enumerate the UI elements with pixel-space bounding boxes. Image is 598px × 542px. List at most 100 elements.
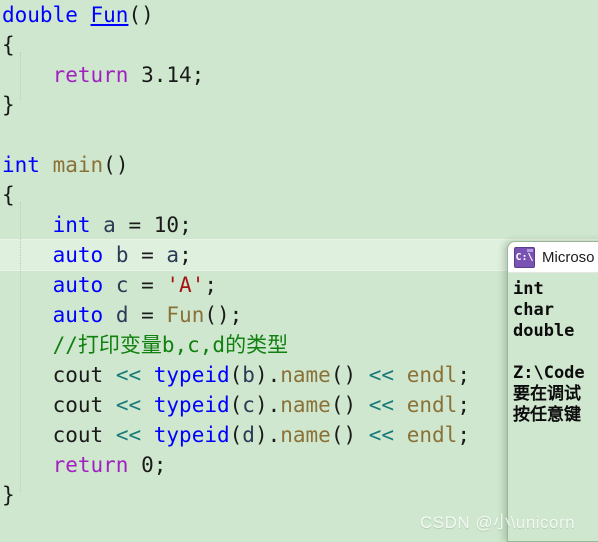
code-line-text: auto d = Fun(); [0,300,243,330]
code-token: return [52,63,129,87]
code-line[interactable]: { [0,180,598,210]
code-line[interactable]: double Fun() [0,0,598,30]
code-token: ; [229,303,243,327]
code-token: << [115,423,142,447]
console-output-line: 按任意键 [513,405,581,425]
console-titlebar[interactable]: C:\ Microso [508,242,598,273]
code-token: c [115,273,129,297]
code-token: c [242,393,255,417]
code-line-text: cout << typeid(c).name() << endl; [0,390,470,420]
console-title: Microso [542,248,595,266]
code-token: << [368,423,395,447]
code-token: cout [52,363,104,387]
code-token: ) [254,393,268,417]
code-line-text: } [0,480,15,510]
code-token: () [128,3,154,27]
code-token: ) [254,423,268,447]
code-line-text: double Fun() [0,0,154,30]
code-token: main [52,153,104,177]
code-token: return [52,453,129,477]
console-output-line: double [513,321,575,341]
debug-console-window[interactable]: C:\ Microso int char double Z:\Code 要在调试 按任意键 [507,241,598,542]
code-token: ; [204,273,217,297]
code-token: auto [52,273,104,297]
code-line[interactable]: int main() [0,150,598,180]
code-token: name [280,363,331,387]
code-token: << [368,363,395,387]
code-line[interactable] [0,120,598,150]
code-token: a [103,213,116,237]
code-token: () [103,153,129,177]
code-line-text: auto c = 'A'; [0,270,217,300]
code-token: . [267,363,281,387]
code-token: ; [153,453,167,477]
code-token: typeid [153,363,230,387]
code-token: ; [457,363,470,387]
code-token: cout [52,423,104,447]
code-token: ( [229,363,243,387]
code-token: auto [52,243,104,267]
code-token: double [2,3,78,27]
console-output-line: char [513,300,554,320]
console-cmd-icon: C:\ [514,246,535,268]
code-token: = [128,273,167,297]
code-token: } [2,93,15,117]
code-line[interactable]: { [0,30,598,60]
console-output-line: 要在调试 [513,384,581,404]
code-token: name [280,393,331,417]
code-token: = [128,303,167,327]
code-token: () [204,303,230,327]
code-token: endl [406,423,458,447]
code-line[interactable]: return 3.14; [0,60,598,90]
code-line-text: return 3.14; [0,60,205,90]
code-token: endl [406,393,458,417]
code-token: int [2,153,40,177]
code-token: ( [229,423,243,447]
csdn-watermark: CSDN @小\unicorn [420,513,576,532]
code-line[interactable]: int a = 10; [0,210,598,240]
code-token: Fun [166,303,205,327]
code-line-text: { [0,180,15,210]
code-token: endl [406,363,458,387]
code-token: typeid [153,393,230,417]
code-line-text: } [0,90,15,120]
code-token: ( [229,393,243,417]
code-token: = [128,243,167,267]
code-token: ) [254,363,268,387]
code-line-text: cout << typeid(b).name() << endl; [0,360,470,390]
code-token: ; [457,423,470,447]
code-token: ; [457,393,470,417]
code-line[interactable]: } [0,90,598,120]
code-token: 'A' [166,273,205,297]
code-token: = [115,213,154,237]
code-token: () [330,363,357,387]
code-token: } [2,483,15,507]
code-line-text: cout << typeid(d).name() << endl; [0,420,470,450]
